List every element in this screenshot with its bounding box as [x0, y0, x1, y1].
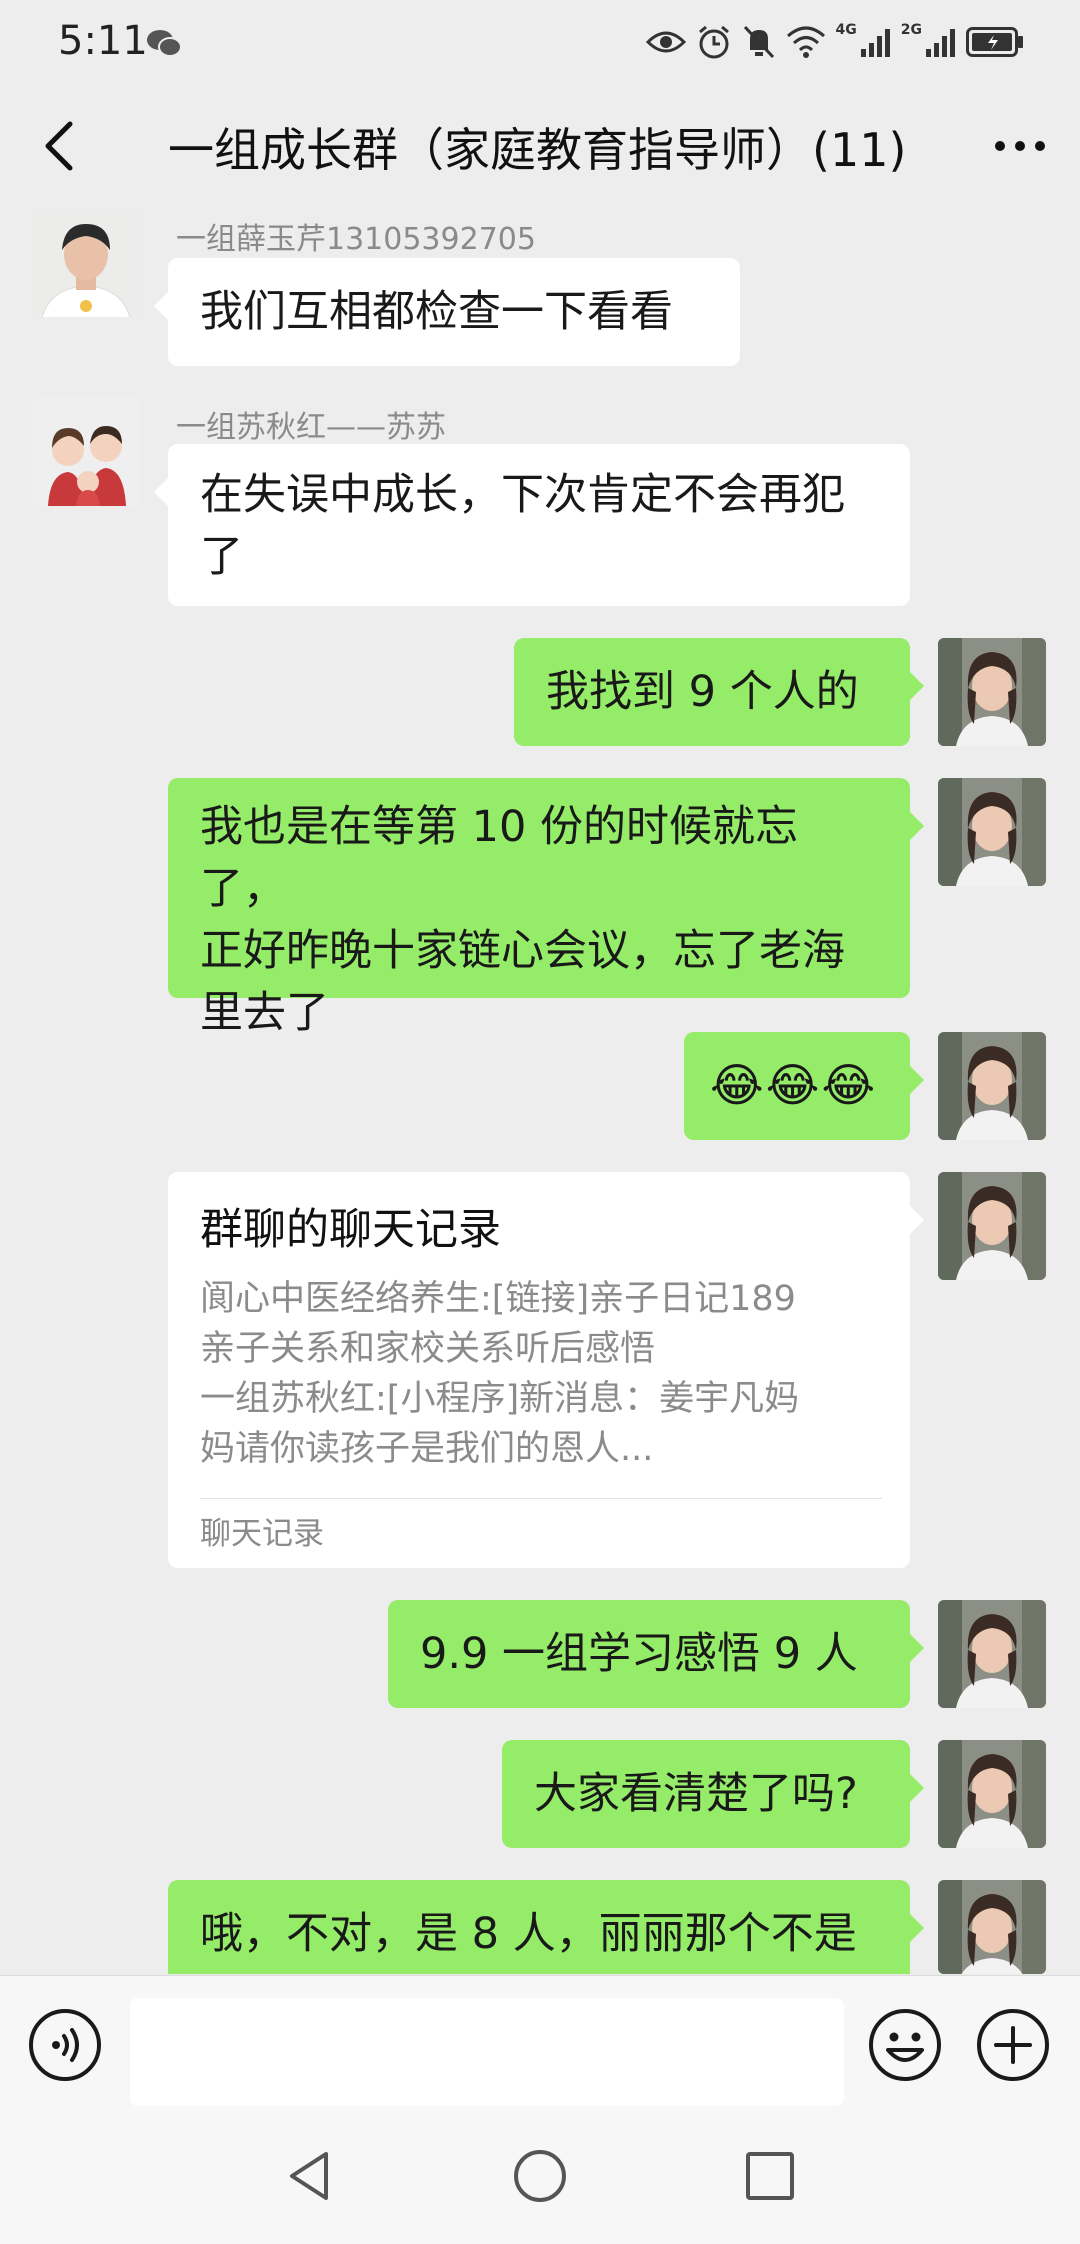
message-bubble[interactable]: 9.9 一组学习感悟 9 人 — [388, 1600, 924, 1708]
wifi-icon — [786, 26, 825, 58]
home-circle-icon[interactable] — [510, 2146, 570, 2206]
signal-type-label: 4G — [835, 22, 857, 38]
card-line: 亲子关系和家校关系听后感悟 — [200, 1329, 656, 1369]
message-bubble[interactable]: 我们互相都检查一下看看 — [154, 258, 740, 366]
avatar-self[interactable] — [938, 1600, 1046, 1708]
message-bubble[interactable]: 大家看清楚了吗? — [502, 1740, 924, 1848]
avatar-self[interactable] — [938, 638, 1046, 746]
battery-icon — [966, 27, 1023, 57]
card-footer: 聊天记录 — [200, 1516, 324, 1552]
message-bubble[interactable]: 😂😂😂 — [684, 1032, 924, 1140]
plus-icon[interactable] — [976, 2008, 1050, 2082]
emoji-icon[interactable] — [868, 2008, 942, 2082]
chat-header: 一组成长群（家庭教育指导师）(11) — [0, 84, 1080, 208]
message-bubble[interactable]: 我找到 9 个人的 — [514, 638, 924, 746]
card-line: 妈请你读孩子是我们的恩人... — [200, 1429, 654, 1469]
message-text-line: 正好昨晚十家链心会议，忘了老海 — [200, 926, 845, 976]
input-bar — [0, 1975, 1080, 2106]
card-line: 一组苏秋红:[小程序]新消息：姜宇凡妈 — [200, 1379, 800, 1419]
message-bubble[interactable]: 在失误中成长，下次肯定不会再犯 了 — [154, 444, 910, 606]
chat-title: 一组成长群（家庭教育指导师）(11) — [168, 123, 907, 177]
avatar[interactable] — [32, 210, 140, 318]
eye-icon — [645, 31, 686, 53]
message-text: 哦，不对，是 8 人，丽丽那个不是 — [200, 1909, 857, 1959]
status-time: 5:11 — [58, 18, 148, 64]
message-text: 9.9 一组学习感悟 9 人 — [420, 1629, 858, 1679]
message-text-line: 了 — [200, 532, 243, 582]
system-navigation-bar — [0, 2106, 1080, 2244]
message-text: 我找到 9 个人的 — [546, 667, 859, 717]
message-text-line: 在失误中成长，下次肯定不会再犯 — [200, 470, 845, 520]
message-text: 我们互相都检查一下看看 — [200, 287, 673, 337]
mute-icon — [743, 25, 774, 59]
message-text: 大家看清楚了吗? — [534, 1769, 858, 1819]
recents-square-icon[interactable] — [740, 2146, 800, 2206]
message-text-line: 我也是在等第 10 份的时候就忘了， — [200, 802, 799, 914]
voice-icon[interactable] — [28, 2008, 102, 2082]
sender-name: 一组苏秋红——苏苏 — [176, 410, 446, 445]
emoji-laugh-cry-icon: 😂😂😂 — [710, 1058, 878, 1112]
wechat-icon — [147, 30, 182, 57]
avatar-self[interactable] — [938, 1880, 1046, 1974]
message-input[interactable] — [130, 1998, 844, 2106]
status-icons: 4G 2G — [645, 20, 1024, 64]
more-dots-icon[interactable] — [988, 114, 1052, 178]
card-title: 群聊的聊天记录 — [200, 1205, 501, 1255]
message-bubble[interactable]: 我也是在等第 10 份的时候就忘了， 正好昨晚十家链心会议，忘了老海 里去了 — [168, 778, 924, 1038]
status-bar: 5:11 4G 2G — [0, 0, 1080, 84]
avatar-self[interactable] — [938, 778, 1046, 886]
signal-icon — [926, 29, 955, 57]
signal-type-label: 2G — [900, 22, 922, 38]
avatar-self[interactable] — [938, 1172, 1046, 1280]
card-line: 阆心中医经络养生:[链接]亲子日记189 — [200, 1279, 796, 1319]
avatar-self[interactable] — [938, 1032, 1046, 1140]
signal-icon — [860, 29, 890, 57]
chevron-left-icon[interactable] — [28, 114, 92, 178]
back-triangle-icon[interactable] — [280, 2146, 340, 2206]
message-bubble[interactable]: 哦，不对，是 8 人，丽丽那个不是 — [168, 1880, 924, 1974]
sender-name: 一组薛玉芹13105392705 — [176, 222, 536, 257]
avatar[interactable] — [32, 398, 140, 506]
chat-history-card[interactable]: 群聊的聊天记录 阆心中医经络养生:[链接]亲子日记189 亲子关系和家校关系听后… — [168, 1172, 924, 1568]
avatar-self[interactable] — [938, 1740, 1046, 1848]
alarm-icon — [698, 25, 729, 59]
